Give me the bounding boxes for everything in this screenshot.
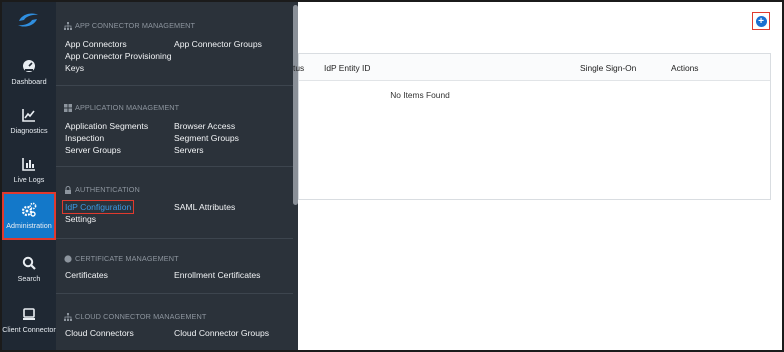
column-header-actions: Actions: [671, 63, 699, 73]
laptop-icon: [21, 306, 37, 322]
bar-chart-icon: [21, 156, 37, 172]
search-icon: [21, 255, 37, 271]
section-title: APPLICATION MANAGEMENT: [75, 103, 180, 112]
network-icon: [64, 21, 72, 30]
table-header: tus IdP Entity ID Single Sign-On Actions: [293, 54, 770, 81]
grid-icon: [64, 103, 72, 112]
link-server-groups[interactable]: Server Groups: [65, 145, 121, 155]
divider: [56, 166, 293, 167]
divider: [56, 293, 293, 294]
add-idp-button[interactable]: +: [752, 12, 770, 30]
gauge-icon: [21, 58, 37, 74]
link-app-connector-provisioning[interactable]: App Connector Provisioning: [65, 51, 172, 61]
network-icon: [64, 312, 72, 321]
nav-diagnostics[interactable]: Diagnostics: [2, 97, 56, 145]
administration-flyout-menu: APP CONNECTOR MANAGEMENT App Connectors …: [56, 2, 298, 350]
nav-administration-label: Administration: [6, 221, 52, 230]
app-window: Dashboard Diagnostics Live Logs Administ…: [0, 0, 784, 352]
nav-administration[interactable]: Administration: [2, 192, 56, 240]
nav-diagnostics-label: Diagnostics: [10, 126, 48, 135]
section-certificate-management: CERTIFICATE MANAGEMENT: [64, 254, 179, 263]
nav-search[interactable]: Search: [2, 245, 56, 293]
link-app-connector-groups[interactable]: App Connector Groups: [174, 39, 262, 49]
section-title: CERTIFICATE MANAGEMENT: [75, 254, 179, 263]
column-header-idp-entity-id[interactable]: IdP Entity ID: [324, 63, 370, 73]
section-title: AUTHENTICATION: [75, 185, 140, 194]
left-nav-rail: Dashboard Diagnostics Live Logs Administ…: [2, 2, 56, 350]
idp-configuration-table: tus IdP Entity ID Single Sign-On Actions…: [293, 53, 771, 200]
section-title: APP CONNECTOR MANAGEMENT: [75, 21, 196, 30]
link-keys[interactable]: Keys: [65, 63, 84, 73]
column-header-single-sign-on[interactable]: Single Sign-On: [580, 63, 636, 73]
link-certificates[interactable]: Certificates: [65, 270, 108, 280]
link-cloud-connector-groups[interactable]: Cloud Connector Groups: [174, 328, 269, 338]
lock-icon: [64, 185, 72, 194]
empty-state-text: No Items Found: [390, 90, 450, 100]
link-segment-groups[interactable]: Segment Groups: [174, 133, 239, 143]
link-servers[interactable]: Servers: [174, 145, 204, 155]
link-cloud-connectors[interactable]: Cloud Connectors: [65, 328, 134, 338]
chart-line-icon: [21, 107, 37, 123]
section-app-connector-management: APP CONNECTOR MANAGEMENT: [64, 21, 195, 30]
link-settings[interactable]: Settings: [65, 214, 96, 224]
link-idp-configuration[interactable]: IdP Configuration: [62, 200, 135, 214]
nav-live-logs[interactable]: Live Logs: [2, 146, 56, 194]
link-application-segments[interactable]: Application Segments: [65, 121, 148, 131]
zscaler-logo-icon[interactable]: [16, 11, 40, 29]
section-title: CLOUD CONNECTOR MANAGEMENT: [75, 312, 207, 321]
nav-live-logs-label: Live Logs: [13, 175, 45, 184]
section-cloud-connector-management: CLOUD CONNECTOR MANAGEMENT: [64, 312, 206, 321]
link-inspection[interactable]: Inspection: [65, 133, 104, 143]
divider: [56, 85, 293, 86]
section-authentication: AUTHENTICATION: [64, 185, 140, 194]
link-browser-access[interactable]: Browser Access: [174, 121, 235, 131]
certificate-badge-icon: [64, 254, 72, 263]
section-application-management: APPLICATION MANAGEMENT: [64, 103, 179, 112]
link-app-connectors[interactable]: App Connectors: [65, 39, 127, 49]
nav-dashboard[interactable]: Dashboard: [2, 48, 56, 96]
column-header-status[interactable]: tus: [293, 63, 304, 73]
nav-client-connector[interactable]: Client Connector: [2, 296, 56, 344]
link-saml-attributes[interactable]: SAML Attributes: [174, 202, 235, 212]
plus-circle-icon: +: [755, 15, 767, 27]
nav-client-connector-label: Client Connector: [2, 325, 56, 334]
divider: [56, 238, 293, 239]
nav-search-label: Search: [17, 274, 41, 283]
nav-dashboard-label: Dashboard: [11, 77, 47, 86]
gears-icon: [21, 202, 37, 218]
link-enrollment-certificates[interactable]: Enrollment Certificates: [174, 270, 260, 280]
